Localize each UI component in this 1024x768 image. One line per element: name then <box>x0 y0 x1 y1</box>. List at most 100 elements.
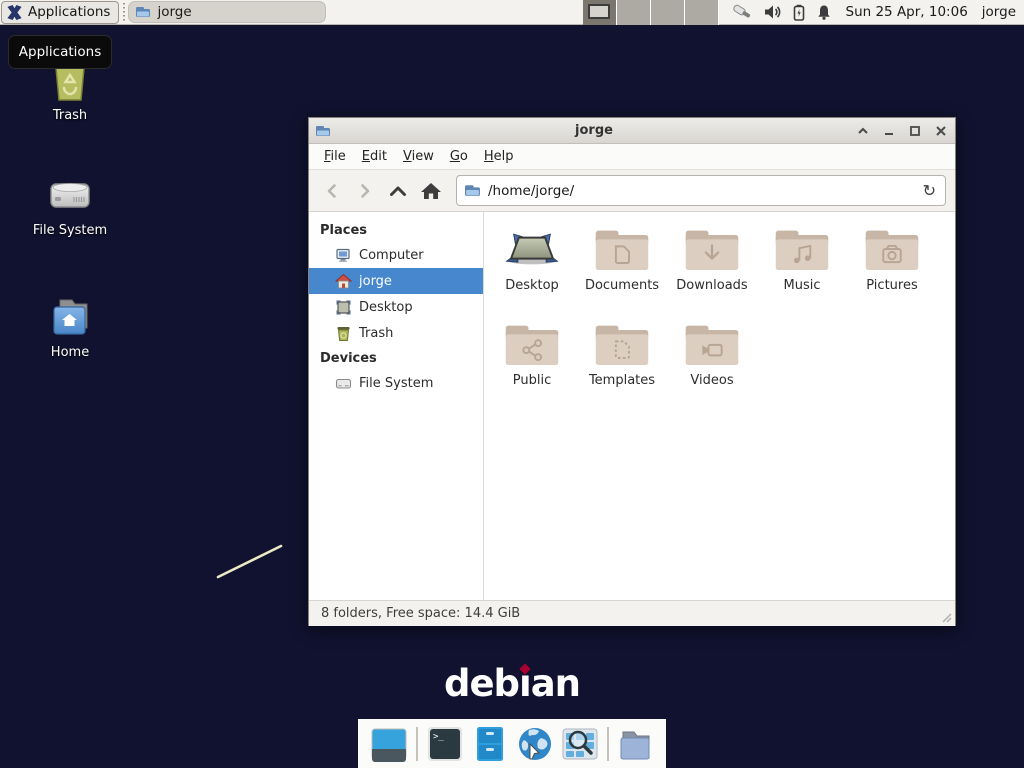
location-folder-icon <box>464 182 481 199</box>
dock: >_ <box>358 719 666 768</box>
system-tray <box>731 2 832 22</box>
location-bar[interactable]: /home/jorge/ ↻ <box>456 175 946 206</box>
sidebar-item-jorge[interactable]: jorge <box>309 268 483 294</box>
sidebar-item-label: Trash <box>359 326 393 341</box>
file-grid: Desktop Documents Downloads Music Pictur… <box>487 219 937 409</box>
svg-text:>_: >_ <box>433 732 444 742</box>
home-folder-icon <box>46 292 94 340</box>
reload-icon[interactable]: ↻ <box>921 183 938 199</box>
file-item-downloads[interactable]: Downloads <box>667 219 757 314</box>
app-finder-button[interactable] <box>562 726 598 762</box>
workspace-switcher[interactable] <box>583 0 719 25</box>
folder-templates-icon <box>594 321 650 367</box>
battery-icon[interactable] <box>791 4 807 21</box>
workspace-window-miniature <box>588 4 610 19</box>
debian-text-part1: deb <box>444 662 519 705</box>
tray-tool-icon[interactable] <box>731 2 755 22</box>
desktop-artifact-line <box>215 542 285 582</box>
panel-username[interactable]: jorge <box>982 4 1016 20</box>
workspace-4[interactable] <box>685 0 719 25</box>
sidebar-item-desktop[interactable]: Desktop <box>309 294 483 320</box>
applications-menu-button[interactable]: Applications <box>1 1 119 24</box>
hard-drive-icon <box>46 170 94 218</box>
file-view[interactable]: Desktop Documents Downloads Music Pictur… <box>484 212 955 600</box>
status-bar: 8 folders, Free space: 14.4 GiB <box>309 600 955 626</box>
menu-go[interactable]: Go <box>442 145 476 168</box>
panel-clock[interactable]: Sun 25 Apr, 10:06 <box>846 4 968 20</box>
file-manager-window: jorge File Edit View Go Help <box>308 117 956 626</box>
window-titlebar[interactable]: jorge <box>309 118 955 144</box>
file-item-music[interactable]: Music <box>757 219 847 314</box>
sidebar-item-filesystem[interactable]: File System <box>309 370 483 396</box>
desktop-icon-home[interactable]: Home <box>22 292 118 360</box>
debian-wordmark: debıan <box>0 662 1024 705</box>
file-manager-button[interactable] <box>618 726 654 762</box>
sidebar-item-label: Computer <box>359 248 424 263</box>
desktop-icon-label: File System <box>22 223 118 238</box>
sidebar: Places Computer jorge <box>309 212 484 600</box>
location-path[interactable]: /home/jorge/ <box>488 183 914 199</box>
terminal-button[interactable]: >_ <box>427 726 463 762</box>
taskbar-window-button[interactable]: jorge <box>128 1 326 23</box>
workspace-1[interactable] <box>583 0 617 25</box>
file-label: Documents <box>585 278 659 293</box>
file-label: Public <box>513 373 551 388</box>
dock-separator <box>416 727 418 761</box>
close-button[interactable] <box>935 126 947 136</box>
file-label: Videos <box>690 373 733 388</box>
sidebar-header-devices: Devices <box>309 346 483 370</box>
back-button[interactable] <box>318 177 346 205</box>
sidebar-item-trash[interactable]: Trash <box>309 320 483 346</box>
hard-drive-icon <box>335 375 352 392</box>
file-label: Downloads <box>676 278 747 293</box>
file-label: Templates <box>589 373 655 388</box>
file-item-desktop[interactable]: Desktop <box>487 219 577 314</box>
computer-icon <box>335 247 352 264</box>
up-button[interactable] <box>384 177 412 205</box>
home-button[interactable] <box>417 177 445 205</box>
notification-bell-icon[interactable] <box>816 4 832 21</box>
dock-separator <box>607 727 609 761</box>
sidebar-item-computer[interactable]: Computer <box>309 242 483 268</box>
taskbar-window-label: jorge <box>157 4 191 20</box>
status-text: 8 folders, Free space: 14.4 GiB <box>321 606 520 621</box>
file-item-templates[interactable]: Templates <box>577 314 667 409</box>
file-item-pictures[interactable]: Pictures <box>847 219 937 314</box>
menu-view[interactable]: View <box>395 145 442 168</box>
workspace-2[interactable] <box>617 0 651 25</box>
panel-handle[interactable] <box>121 3 126 22</box>
desktop-icon-label: Home <box>22 345 118 360</box>
desktop-icon-filesystem[interactable]: File System <box>22 170 118 238</box>
resize-grip[interactable] <box>941 612 953 624</box>
folder-documents-icon <box>594 226 650 272</box>
forward-button[interactable] <box>351 177 379 205</box>
xfce-logo-icon <box>6 4 23 21</box>
window-title: jorge <box>331 123 857 138</box>
trash-icon <box>335 325 352 342</box>
file-item-public[interactable]: Public <box>487 314 577 409</box>
file-item-videos[interactable]: Videos <box>667 314 757 409</box>
desktop-special-icon <box>504 226 560 272</box>
show-desktop-icon <box>371 726 407 762</box>
menu-help[interactable]: Help <box>476 145 522 168</box>
workspace-3[interactable] <box>651 0 685 25</box>
file-manager-icon <box>618 726 654 762</box>
shade-button[interactable] <box>857 126 869 136</box>
minimize-button[interactable] <box>883 126 895 136</box>
terminal-icon: >_ <box>427 726 463 762</box>
toolbar: /home/jorge/ ↻ <box>309 170 955 212</box>
app-finder-icon <box>562 726 598 762</box>
folder-videos-icon <box>684 321 740 367</box>
file-item-documents[interactable]: Documents <box>577 219 667 314</box>
top-panel: Applications jorge Sun 2 <box>0 0 1024 25</box>
applications-menu-label: Applications <box>28 4 110 20</box>
maximize-button[interactable] <box>909 126 921 136</box>
web-browser-button[interactable] <box>517 726 553 762</box>
menu-edit[interactable]: Edit <box>354 145 395 168</box>
file-cabinet-button[interactable] <box>472 726 508 762</box>
menu-file[interactable]: File <box>316 145 354 168</box>
folder-public-icon <box>504 321 560 367</box>
show-desktop-button[interactable] <box>371 726 407 762</box>
debian-text-part2: an <box>531 662 580 705</box>
volume-icon[interactable] <box>764 4 782 20</box>
